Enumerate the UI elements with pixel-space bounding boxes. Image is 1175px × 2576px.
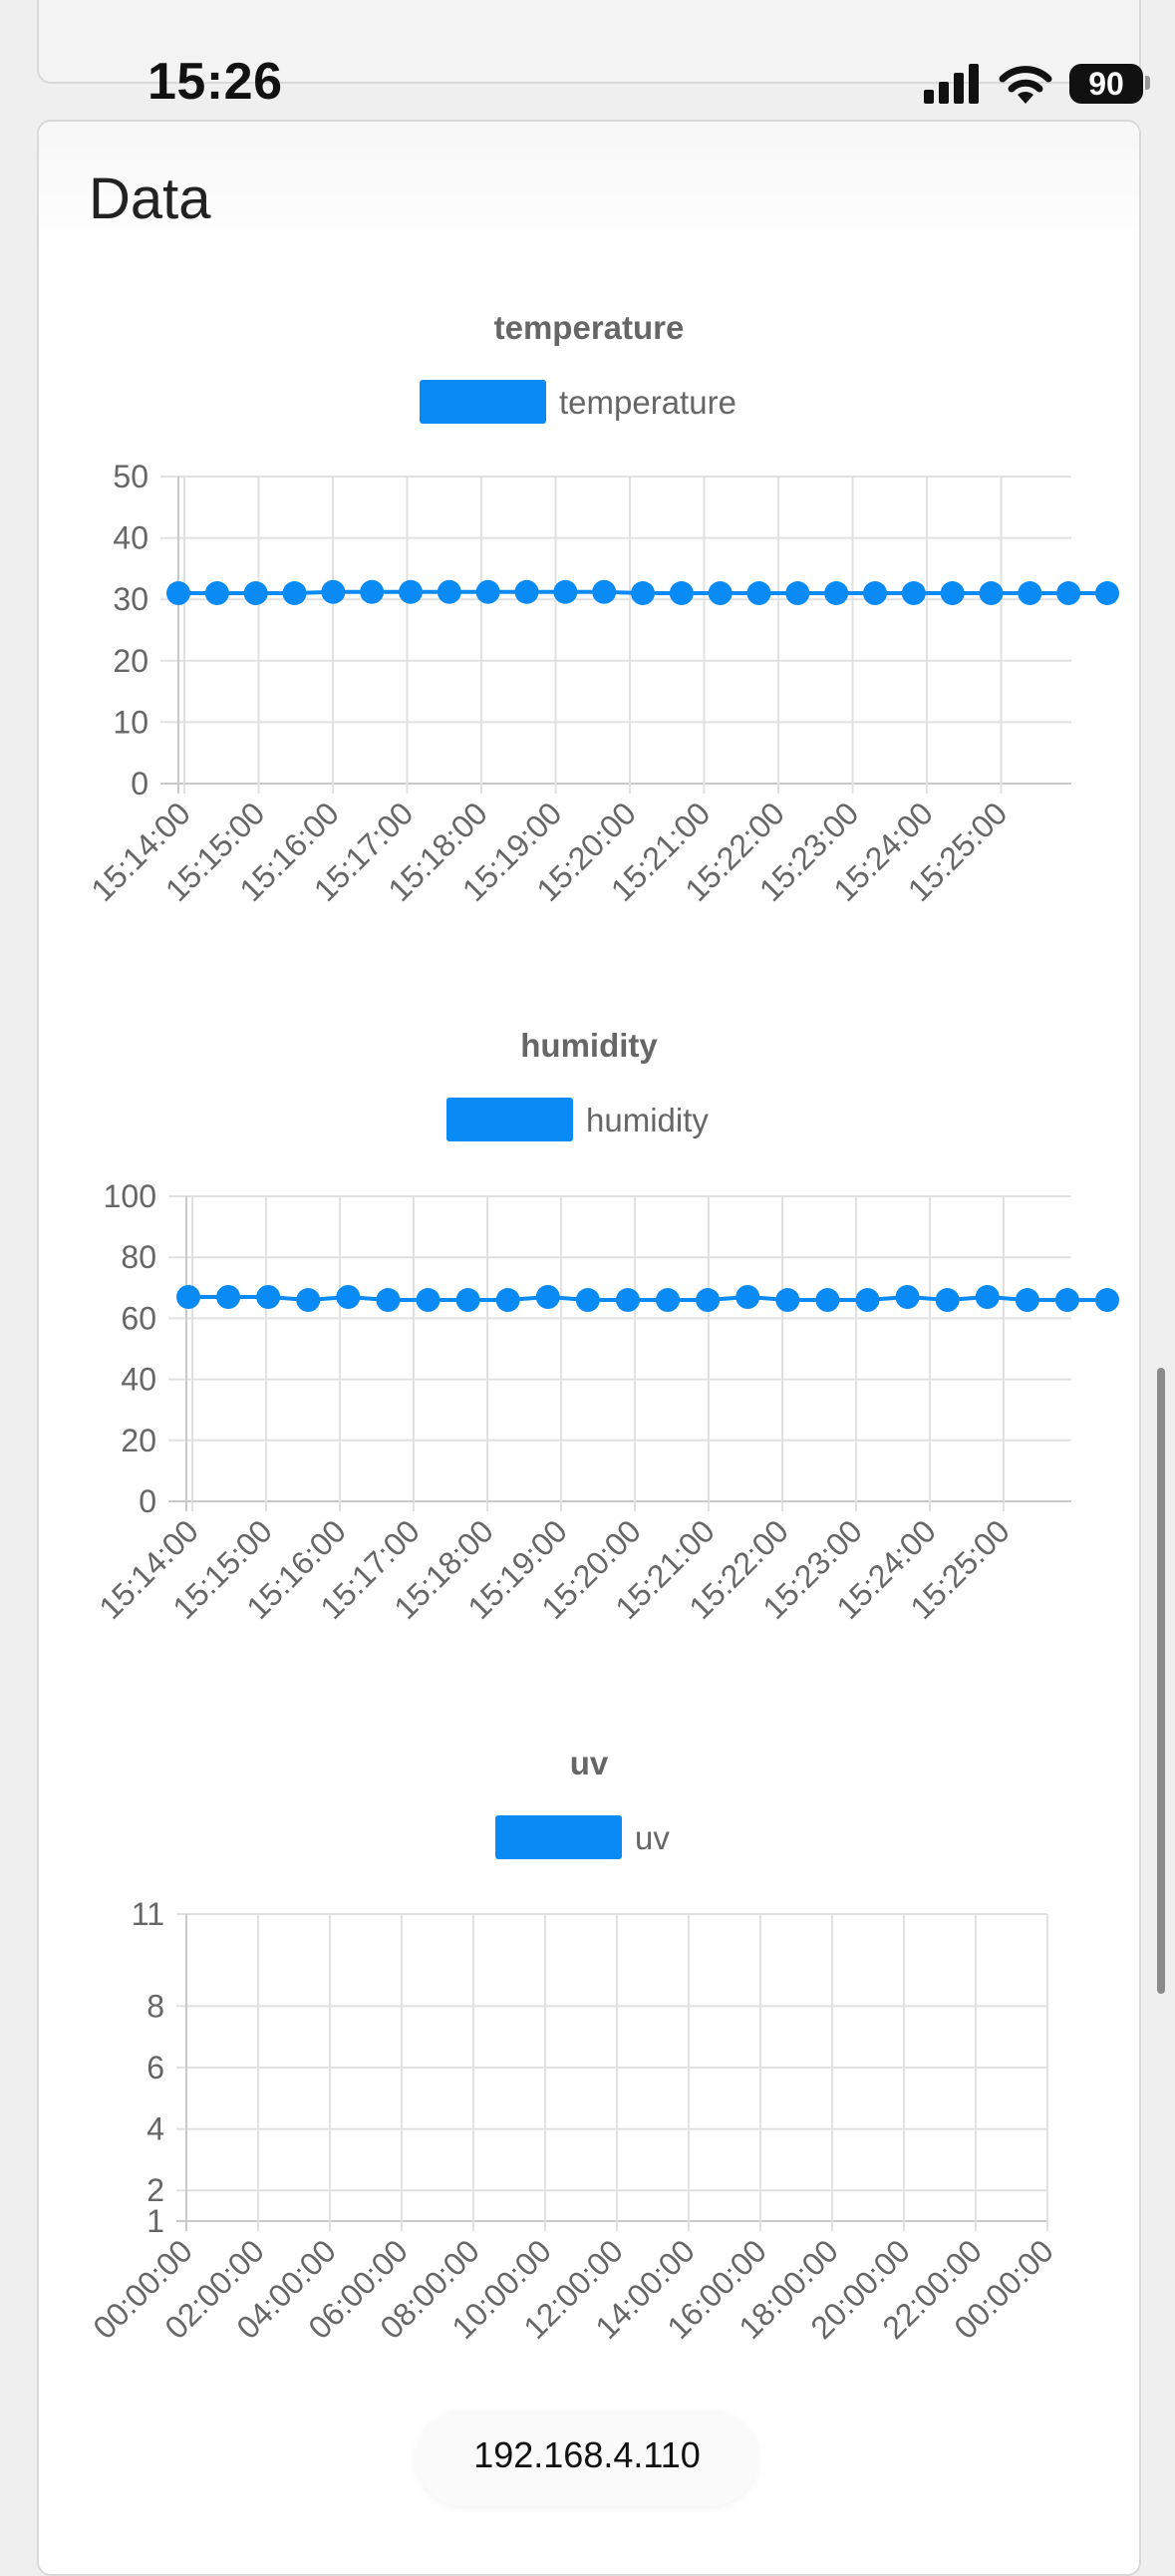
data-point [863,581,887,606]
data-point [336,1284,361,1309]
series-line [188,1294,1107,1303]
data-point [1015,1288,1039,1313]
data-point [416,1288,441,1313]
data-point [824,581,849,606]
y-tick-label: 6 [147,2050,164,2086]
data-point [775,1288,800,1313]
data-point [901,581,926,606]
data-point [746,581,771,606]
url-bar[interactable]: 192.168.4.110 [417,2411,757,2506]
data-point [166,581,190,606]
data-point [975,1284,1000,1309]
data-point [399,579,423,604]
wifi-icon [999,66,1052,104]
chart-title: humidity [520,1027,658,1064]
data-point [514,579,539,604]
data-point [592,579,617,604]
data-point [376,1288,401,1313]
status-time: 15:26 [147,53,283,111]
legend-swatch [446,1098,573,1141]
y-tick-label: 30 [113,581,148,617]
data-point [437,579,461,604]
data-point [615,1288,640,1313]
data-point [204,581,229,606]
data-point [1095,1288,1119,1313]
scrollbar[interactable] [1157,1368,1165,1994]
y-tick-label: 40 [121,1362,156,1398]
y-tick-label: 0 [131,766,148,802]
data-point [895,1284,920,1309]
url-text: 192.168.4.110 [473,2434,701,2475]
battery-level: 90 [1088,66,1124,102]
data-point [708,581,733,606]
y-tick-label: 60 [121,1300,156,1336]
legend-swatch [420,380,546,424]
y-tick-label: 100 [104,1178,156,1214]
data-point [575,1288,600,1313]
y-tick-label: 20 [121,1423,156,1458]
data-point [855,1288,880,1313]
legend-label: temperature [559,384,736,421]
battery-icon: 90 [1069,64,1143,104]
chart-title: uv [570,1745,609,1781]
chart-uv: uvuv124681100:00:0002:00:0004:00:0006:00… [86,1745,1060,2346]
data-point [256,1284,281,1309]
legend-swatch [495,1815,622,1859]
data-point [785,581,810,606]
y-tick-label: 40 [113,520,148,556]
data-point [282,581,307,606]
data-point [669,581,694,606]
signal-icon [924,64,979,104]
data-point [455,1288,480,1313]
data-point [495,1288,520,1313]
battery-nub [1145,76,1150,90]
status-bar: 15:26 90 [0,0,1175,120]
data-point [475,579,500,604]
y-tick-label: 8 [147,1988,164,2024]
data-card: Data temperature temperature 0 10 20 30 40 50 15… [37,120,1141,2576]
chart-humidity: humidityhumidity02040608010015:14:0015:1… [92,1027,1119,1626]
data-point [553,579,578,604]
data-point [979,581,1004,606]
data-point [1054,1288,1079,1313]
y-tick-label: 80 [121,1239,156,1275]
legend-label: humidity [586,1102,709,1138]
y-tick-label: 2 [147,2172,164,2208]
data-point [696,1288,721,1313]
chart-title: temperature [494,309,685,346]
legend-label: uv [635,1819,670,1856]
data-point [176,1284,200,1309]
data-point [321,579,346,604]
data-point [360,579,385,604]
data-point [535,1284,560,1309]
y-tick-label: 10 [113,704,148,740]
y-tick-label: 1 [147,2203,164,2239]
charts-area: temperaturetemperature0102030405015:14:0… [84,309,1119,2346]
data-point [1018,581,1042,606]
data-point [656,1288,681,1313]
data-point [935,1288,960,1313]
data-point [296,1288,321,1313]
data-point [243,581,268,606]
y-tick-label: 20 [113,643,148,679]
data-point [940,581,965,606]
chart-temperature: temperaturetemperature0102030405015:14:0… [84,309,1119,908]
y-tick-label: 0 [139,1483,156,1519]
data-point [1056,581,1081,606]
y-tick-label: 11 [132,1896,164,1932]
data-point [216,1284,241,1309]
y-tick-label: 50 [113,459,148,494]
data-point [735,1284,760,1309]
data-point [631,581,655,606]
data-point [815,1288,840,1313]
data-point [1095,581,1119,606]
y-tick-label: 4 [147,2111,164,2147]
